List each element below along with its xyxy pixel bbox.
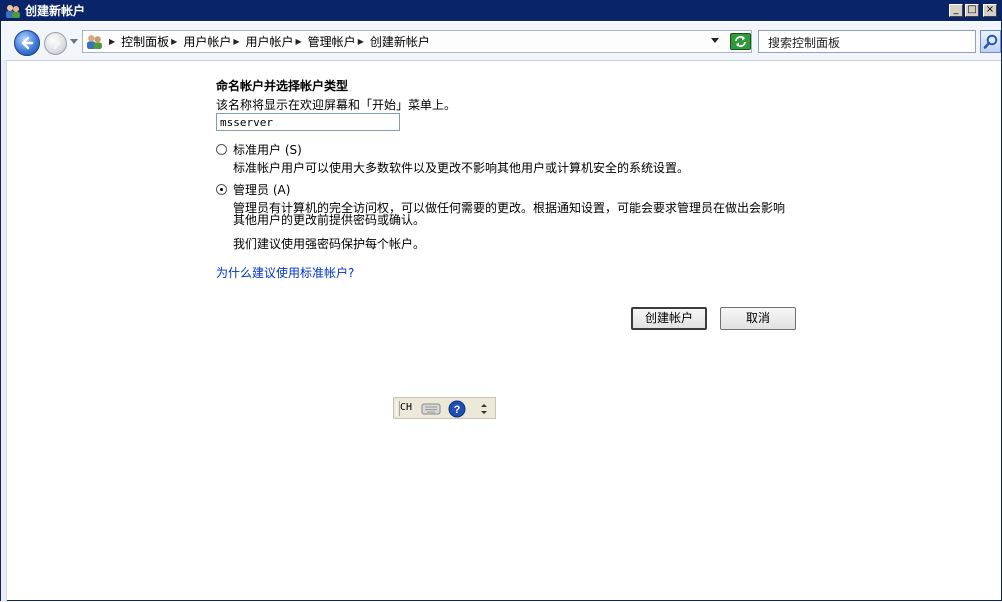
- search-icon: [983, 34, 998, 49]
- search-input[interactable]: 搜索控制面板: [758, 30, 976, 53]
- page-description: 该名称将显示在欢迎屏幕和「开始」菜单上。: [216, 98, 457, 112]
- back-button[interactable]: [14, 30, 40, 56]
- title-bar: 创建新帐户 _ □ ×: [1, 1, 1001, 21]
- password-recommendation: 我们建议使用强密码保护每个帐户。: [233, 237, 426, 251]
- maximize-button[interactable]: □: [965, 4, 979, 17]
- users-icon: [87, 35, 102, 49]
- refresh-icon: [735, 36, 746, 47]
- search-button[interactable]: [980, 30, 1001, 53]
- input-language-indicator[interactable]: CH: [400, 400, 416, 416]
- forward-button[interactable]: [44, 32, 67, 55]
- forward-arrow-icon: [49, 37, 61, 50]
- help-icon[interactable]: ?: [448, 400, 466, 418]
- create-account-form: 命名帐户并选择帐户类型 该名称将显示在欢迎屏幕和「开始」菜单上。 标准用户 (S…: [1, 61, 1001, 601]
- keyboard-icon[interactable]: [421, 401, 441, 416]
- administrator-option[interactable]: 管理员 (A): [216, 181, 290, 198]
- why-standard-account-link[interactable]: 为什么建议使用标准帐户?: [216, 264, 354, 281]
- breadcrumb: ▶ 控制面板 ▶ 用户帐户 ▶ 用户帐户 ▶ 管理帐户 ▶ 创建新帐户: [107, 31, 430, 52]
- breadcrumb-item[interactable]: ▶ 用户帐户: [231, 33, 293, 50]
- create-account-button[interactable]: 创建帐户: [631, 307, 707, 330]
- breadcrumb-item[interactable]: ▶ 用户帐户: [169, 33, 231, 50]
- page-title: 命名帐户并选择帐户类型: [216, 79, 349, 93]
- standard-user-label: 标准用户 (S): [233, 143, 302, 157]
- users-icon: [6, 5, 20, 18]
- back-arrow-icon: [21, 36, 34, 50]
- minimize-button[interactable]: _: [949, 4, 963, 17]
- navigation-toolbar: ▶ 控制面板 ▶ 用户帐户 ▶ 用户帐户 ▶ 管理帐户 ▶ 创建新帐户 搜索控制面板: [2, 22, 1001, 61]
- breadcrumb-item[interactable]: ▶ 管理帐户: [294, 33, 356, 50]
- svg-text:?: ?: [454, 404, 461, 416]
- breadcrumb-item[interactable]: ▶ 控制面板: [107, 33, 169, 50]
- breadcrumb-arrow-icon: ▶: [357, 37, 364, 46]
- window-title: 创建新帐户: [25, 4, 86, 18]
- breadcrumb-arrow-icon: ▶: [233, 37, 240, 46]
- close-button[interactable]: ×: [983, 4, 997, 17]
- window: 创建新帐户 _ □ × ▶ 控制面板 ▶ 用户帐户 ▶ 用户帐户 ▶ 管理帐户 …: [0, 0, 1002, 602]
- breadcrumb-item[interactable]: ▶ 创建新帐户: [356, 33, 430, 50]
- breadcrumb-arrow-icon: ▶: [171, 37, 178, 46]
- address-bar[interactable]: ▶ 控制面板 ▶ 用户帐户 ▶ 用户帐户 ▶ 管理帐户 ▶ 创建新帐户: [82, 30, 752, 53]
- administrator-label: 管理员 (A): [233, 183, 291, 197]
- breadcrumb-arrow-icon: ▶: [295, 37, 302, 46]
- standard-user-radio[interactable]: [216, 144, 227, 155]
- standard-user-option[interactable]: 标准用户 (S): [216, 141, 302, 158]
- refresh-button[interactable]: [730, 33, 751, 50]
- administrator-description-line2: 其他用户的更改前提供密码或确认。: [233, 213, 426, 227]
- administrator-radio[interactable]: [216, 184, 227, 195]
- options-icon[interactable]: [478, 401, 490, 417]
- breadcrumb-arrow-icon: ▶: [109, 37, 116, 46]
- standard-user-description: 标准帐户用户可以使用大多数软件以及更改不影响其他用户或计算机安全的系统设置。: [233, 161, 690, 175]
- address-dropdown-icon[interactable]: [711, 38, 719, 44]
- account-name-input[interactable]: [216, 113, 400, 131]
- recent-pages-chevron-icon[interactable]: [70, 39, 78, 45]
- language-bar: CH ?: [393, 397, 496, 419]
- cancel-button[interactable]: 取消: [720, 307, 796, 330]
